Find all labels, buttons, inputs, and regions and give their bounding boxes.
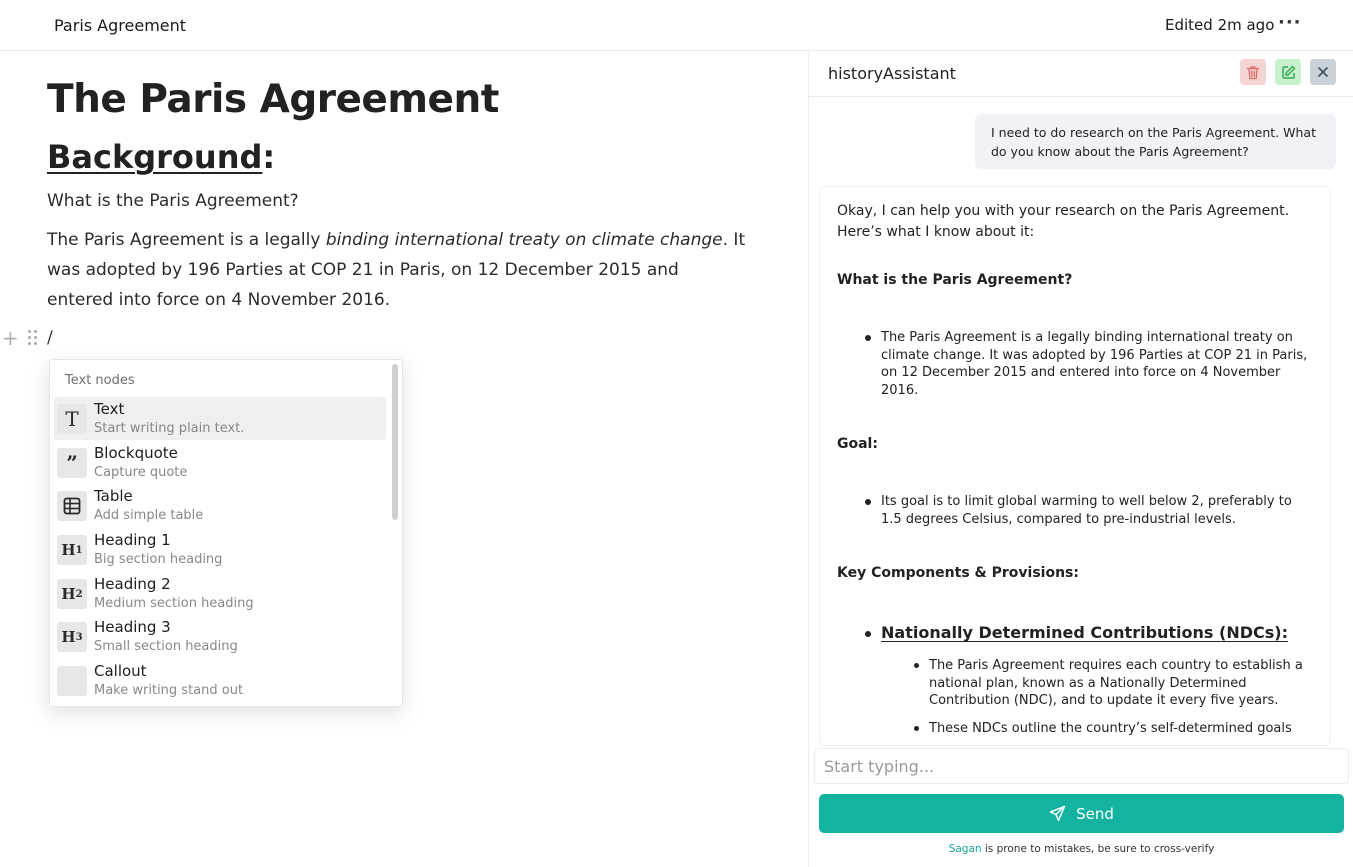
edit-chat-button[interactable] xyxy=(1275,59,1301,85)
answer-sub-bullet: The Paris Agreement requires each countr… xyxy=(929,658,1303,708)
answer-bullet: The Paris Agreement is a legally binding… xyxy=(881,330,1308,398)
more-options-icon[interactable]: ··· xyxy=(1278,12,1302,33)
slash-command-text[interactable]: / xyxy=(47,328,53,348)
document-title[interactable]: Paris Agreement xyxy=(54,16,186,35)
body-text-italic: binding international treaty on climate … xyxy=(325,230,723,250)
trash-icon xyxy=(1246,65,1260,79)
brand-link[interactable]: Sagan xyxy=(949,843,982,855)
assistant-panel: historyAssistant I need to do research o… xyxy=(808,51,1353,867)
callout-icon xyxy=(57,666,87,696)
menu-item-blockquote[interactable]: ” Blockquote Capture quote xyxy=(54,441,386,484)
section-heading-text: Background xyxy=(47,138,263,176)
menu-item-subtitle: Medium section heading xyxy=(94,596,254,611)
quote-icon: ” xyxy=(57,448,87,478)
menu-item-heading-3[interactable]: H3 Heading 3 Small section heading xyxy=(54,615,386,658)
menu-item-subtitle: Capture quote xyxy=(94,465,188,480)
bullet-dot xyxy=(865,335,871,341)
body-paragraph[interactable]: The Paris Agreement is a legally binding… xyxy=(47,225,747,315)
chat-input[interactable]: Start typing... xyxy=(814,748,1349,784)
assistant-message: Okay, I can help you with your research … xyxy=(819,186,1331,746)
menu-item-title: Table xyxy=(94,487,133,505)
menu-item-title: Heading 3 xyxy=(94,618,171,636)
menu-group-header: Text nodes xyxy=(65,373,135,388)
menu-item-title: Blockquote xyxy=(94,444,178,462)
menu-scrollbar[interactable] xyxy=(392,364,398,520)
menu-item-title: Heading 2 xyxy=(94,575,171,593)
user-message: I need to do research on the Paris Agree… xyxy=(975,114,1336,169)
edited-status: Edited 2m ago xyxy=(1165,16,1275,34)
text-icon: T xyxy=(57,404,87,434)
menu-item-heading-2[interactable]: H2 Heading 2 Medium section heading xyxy=(54,572,386,615)
menu-item-subtitle: Big section heading xyxy=(94,552,223,567)
menu-item-title: Text xyxy=(94,400,125,418)
section-heading[interactable]: Background: xyxy=(47,138,275,176)
answer-section-title: Goal: xyxy=(837,436,878,452)
heading-2-icon: H2 xyxy=(57,579,87,609)
bullet-dot xyxy=(865,499,871,505)
page-title[interactable]: The Paris Agreement xyxy=(47,77,499,122)
menu-item-text[interactable]: T Text Start writing plain text. xyxy=(54,397,386,440)
add-block-icon[interactable]: + xyxy=(2,326,19,350)
assistant-name: historyAssistant xyxy=(828,64,956,83)
answer-sub-bullet: These NDCs outline the country’s self-de… xyxy=(929,721,1292,736)
body-text-a: The Paris Agreement is a legally xyxy=(47,230,326,250)
send-button[interactable]: Send xyxy=(819,794,1344,833)
answer-section-title: What is the Paris Agreement? xyxy=(837,272,1073,288)
menu-item-table[interactable]: Table Add simple table xyxy=(54,484,386,527)
bullet-dot xyxy=(914,726,919,731)
bullet-dot xyxy=(914,663,919,668)
bullet-dot xyxy=(865,631,871,637)
table-icon xyxy=(57,491,87,521)
menu-item-subtitle: Make writing stand out xyxy=(94,683,244,698)
menu-item-title: Heading 1 xyxy=(94,531,171,549)
current-block: + / xyxy=(0,326,80,352)
menu-item-subtitle: Small section heading xyxy=(94,639,238,654)
edit-icon xyxy=(1281,65,1295,79)
disclaimer-text: is prone to mistakes, be sure to cross-v… xyxy=(981,843,1215,855)
editor[interactable]: The Paris Agreement Background: What is … xyxy=(0,51,808,867)
menu-item-title: Callout xyxy=(94,662,147,680)
question-paragraph[interactable]: What is the Paris Agreement? xyxy=(47,186,747,216)
close-panel-button[interactable] xyxy=(1310,59,1336,85)
menu-item-callout[interactable]: Callout Make writing stand out xyxy=(54,659,386,702)
heading-1-icon: H1 xyxy=(57,535,87,565)
send-icon xyxy=(1049,805,1066,822)
menu-item-heading-1[interactable]: H1 Heading 1 Big section heading xyxy=(54,528,386,571)
answer-subheading: Nationally Determined Contributions (NDC… xyxy=(881,623,1288,642)
drag-handle-icon[interactable] xyxy=(28,330,40,348)
slash-command-menu: Text nodes T Text Start writing plain te… xyxy=(49,359,403,707)
menu-item-subtitle: Add simple table xyxy=(94,508,204,523)
top-bar: Paris Agreement Edited 2m ago ··· xyxy=(0,0,1353,51)
answer-bullet: Its goal is to limit global warming to w… xyxy=(881,494,1292,527)
disclaimer: Sagan is prone to mistakes, be sure to c… xyxy=(809,843,1353,855)
assistant-header: historyAssistant xyxy=(809,51,1353,97)
section-heading-colon: : xyxy=(262,138,276,176)
menu-item-subtitle: Start writing plain text. xyxy=(94,421,245,436)
delete-chat-button[interactable] xyxy=(1240,59,1266,85)
heading-3-icon: H3 xyxy=(57,622,87,652)
send-label: Send xyxy=(1076,804,1114,823)
answer-intro: Okay, I can help you with your research … xyxy=(837,203,1290,240)
close-icon xyxy=(1318,67,1328,77)
answer-section-title: Key Components & Provisions: xyxy=(837,565,1079,581)
